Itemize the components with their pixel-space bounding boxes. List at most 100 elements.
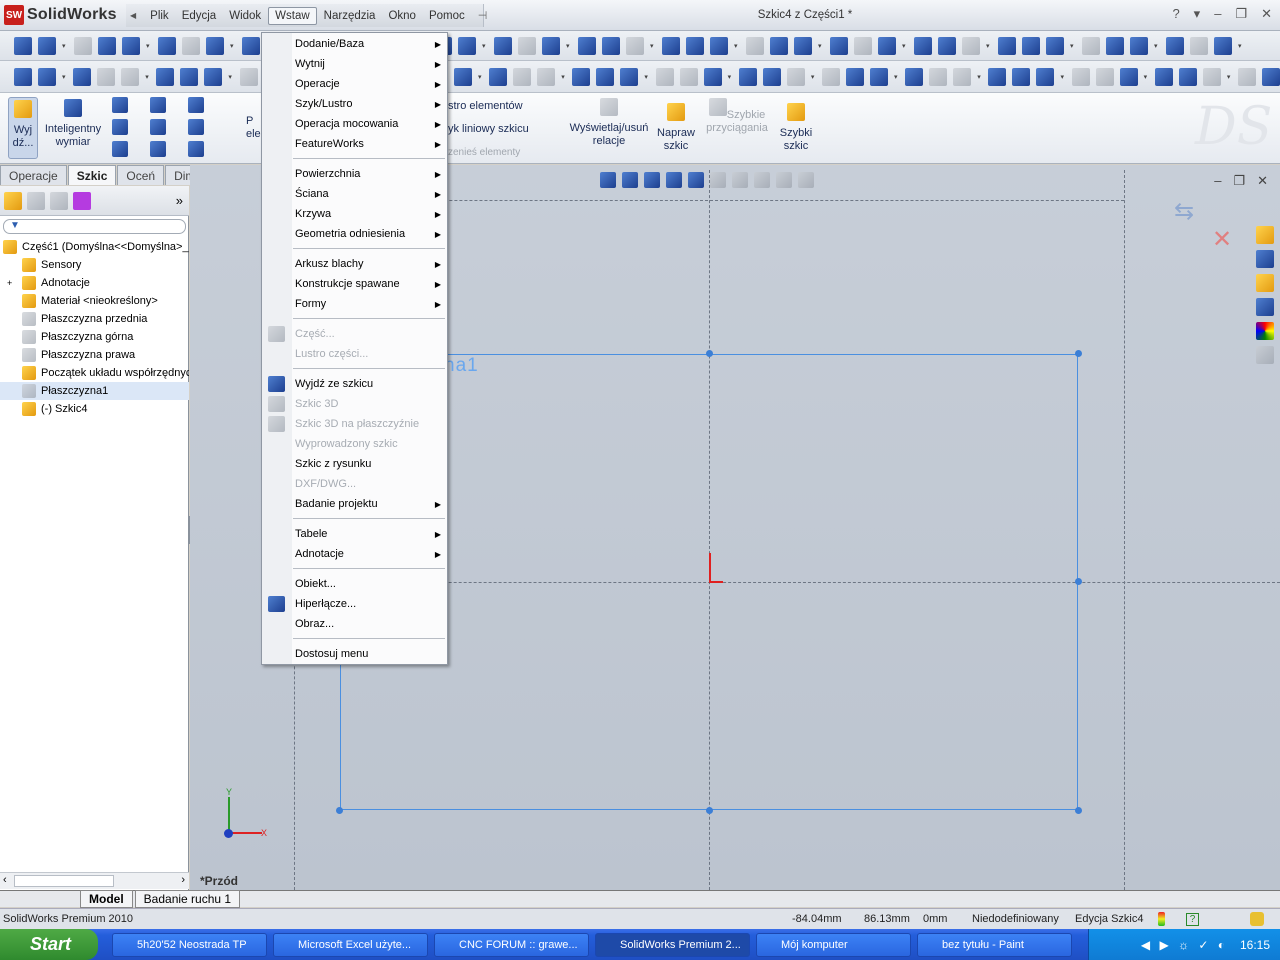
pin-menu-icon[interactable]: ⊣ (478, 9, 488, 22)
confirm-sketch-icon[interactable]: ⇆ (1174, 197, 1204, 227)
dropdown-arrow-icon[interactable]: ▾ (230, 42, 236, 50)
spline-tool-icon[interactable] (188, 97, 204, 113)
menu-item-powierzchnia[interactable]: Powierzchnia ▶ (262, 164, 447, 184)
toolbar-tool-icon[interactable] (846, 67, 865, 86)
toolbar-tool-icon[interactable] (998, 36, 1016, 55)
repair-sketch-button[interactable]: Napraw szkic (654, 103, 698, 153)
expand-panel-icon[interactable]: » (176, 193, 183, 208)
toolbar-tool-icon[interactable] (204, 67, 223, 86)
toolbar-tool-icon[interactable] (156, 67, 175, 86)
toolbar-tool-icon[interactable] (938, 36, 956, 55)
line-tool-icon[interactable] (112, 97, 128, 113)
dropdown-arrow-icon[interactable]: ▾ (818, 42, 824, 50)
dropdown-arrow-icon[interactable]: ▾ (1227, 73, 1232, 81)
tree-item-p-aszczyzna-go-rna[interactable]: Płaszczyzna górna (0, 328, 189, 346)
dropdown-arrow-icon[interactable]: ▾ (1070, 42, 1076, 50)
tree-item-pocza-tek-uk-adu-wspo-rze-dnych[interactable]: Początek układu współrzędnych (0, 364, 189, 382)
viewport-restore-button[interactable]: ❐ (1233, 173, 1245, 189)
toolbar-tool-icon[interactable] (578, 36, 596, 55)
feature-manager-tab-icon[interactable] (4, 191, 22, 210)
toolbar-tool-icon[interactable] (962, 36, 980, 55)
arc-tool-icon[interactable] (150, 119, 166, 135)
toolbar-tool-icon[interactable] (38, 36, 56, 55)
toolbar-tool-icon[interactable] (602, 36, 620, 55)
close-button[interactable]: ✕ (1261, 6, 1272, 22)
menu-item-dodanie-baza[interactable]: Dodanie/Baza ▶ (262, 34, 447, 54)
rectangle-tool-icon[interactable] (112, 119, 128, 135)
hide-show-icon[interactable] (732, 172, 748, 188)
toolbar-tool-icon[interactable] (518, 36, 536, 55)
design-library-icon[interactable] (1256, 250, 1274, 268)
dropdown-arrow-icon[interactable]: ▾ (146, 42, 152, 50)
toolbar-tool-icon[interactable] (854, 36, 872, 55)
display-relations-button[interactable]: Wyświetlaj/usuń relacje (565, 98, 653, 148)
toolbar-tool-icon[interactable] (180, 67, 199, 86)
dropdown-arrow-icon[interactable]: ▾ (1238, 42, 1244, 50)
toolbar-tool-icon[interactable] (1262, 67, 1280, 86)
expand-icon[interactable]: + (7, 278, 12, 288)
tree-item-adnotacje[interactable]: + Adnotacje (0, 274, 189, 292)
exit-sketch-button[interactable]: Wyj dź... (8, 97, 38, 159)
dropdown-arrow-icon[interactable]: ▾ (650, 42, 656, 50)
fillet-tool-icon[interactable] (188, 141, 204, 157)
toolbar-tool-icon[interactable] (988, 67, 1007, 86)
toolbar-tool-icon[interactable] (14, 67, 32, 86)
section-view-icon[interactable] (666, 172, 682, 188)
menu-item-operacja-mocowania[interactable]: Operacja mocowania ▶ (262, 114, 447, 134)
polygon-tool-icon[interactable] (150, 141, 166, 157)
toolbar-tool-icon[interactable] (73, 67, 92, 86)
circle-tool-icon[interactable] (150, 97, 166, 113)
viewport-close-button[interactable]: ✕ (1257, 173, 1268, 189)
start-button[interactable]: Start (0, 929, 98, 960)
toolbar-tool-icon[interactable] (494, 36, 512, 55)
minimize-button[interactable]: – (1214, 6, 1221, 22)
dropdown-arrow-icon[interactable]: ▾ (561, 73, 566, 81)
toolbar-tool-icon[interactable] (1178, 67, 1197, 86)
sketch-point[interactable] (1075, 807, 1082, 814)
view-orientation-icon[interactable] (688, 172, 704, 188)
toolbar-tool-icon[interactable] (182, 36, 200, 55)
horizontal-scrollbar[interactable]: ‹ › (0, 872, 189, 889)
sketch-point[interactable] (706, 807, 713, 814)
toolbar-tool-icon[interactable] (1046, 36, 1064, 55)
solidworks-logo[interactable]: SW SolidWorks (4, 5, 117, 25)
menu-item-wyjdz-ze-szkicu[interactable]: Wyjdź ze szkicu (262, 374, 447, 394)
toolbar-tool-icon[interactable] (1190, 36, 1208, 55)
dropdown-arrow-icon[interactable]: ▾ (145, 73, 150, 81)
display-style-icon[interactable] (710, 172, 726, 188)
tree-item-sensory[interactable]: Sensory (0, 256, 189, 274)
toolbar-tool-icon[interactable] (703, 67, 722, 86)
apply-scene-icon[interactable] (776, 172, 792, 188)
dropdown-arrow-icon[interactable]: ▾ (894, 73, 899, 81)
toolbar-tool-icon[interactable] (762, 67, 781, 86)
dimxpert-manager-tab-icon[interactable] (73, 191, 91, 210)
menu-item-szyk-lustro[interactable]: Szyk/Lustro ▶ (262, 94, 447, 114)
tree-item-p-aszczyzna-przednia[interactable]: Płaszczyzna przednia (0, 310, 189, 328)
toolbar-tool-icon[interactable] (98, 36, 116, 55)
toolbar-tool-icon[interactable] (1012, 67, 1031, 86)
toolbar-tool-icon[interactable] (830, 36, 848, 55)
toolbar-tool-icon[interactable] (686, 36, 704, 55)
rebuild-light-icon[interactable] (1158, 912, 1165, 926)
appearances-icon[interactable] (1256, 322, 1274, 340)
toolbar-tool-icon[interactable] (14, 36, 32, 55)
toolbar-tool-icon[interactable] (537, 67, 556, 86)
scroll-thumb[interactable] (14, 875, 114, 887)
menu-item-krzywa[interactable]: Krzywa ▶ (262, 204, 447, 224)
tab-motion-study[interactable]: Badanie ruchu 1 (134, 890, 241, 908)
view-settings-icon[interactable] (798, 172, 814, 188)
slot-tool-icon[interactable] (112, 141, 128, 157)
dropdown-arrow-icon[interactable]: ▾ (644, 73, 649, 81)
tray-icons[interactable]: ◀ ▶ ☼ ✓ ◐ (1141, 938, 1228, 952)
menu-item-szkic-z-rysunku[interactable]: Szkic z rysunku (262, 454, 447, 474)
zoom-area-icon[interactable] (622, 172, 638, 188)
taskbar-item-mo-j-komputer[interactable]: Mój komputer (756, 932, 911, 957)
menu-item-dostosuj-menu[interactable]: Dostosuj menu (262, 644, 447, 664)
sketch-point[interactable] (1075, 350, 1082, 357)
dropdown-arrow-icon[interactable]: ▾ (1154, 42, 1160, 50)
tree-item-p-aszczyzna-prawa[interactable]: Płaszczyzna prawa (0, 346, 189, 364)
rapid-sketch-button[interactable]: Szybki szkic (776, 103, 816, 153)
menu-item-wytnij[interactable]: Wytnij ▶ (262, 54, 447, 74)
tree-item-p-aszczyzna1[interactable]: Płaszczyzna1 (0, 382, 189, 400)
toolbar-tool-icon[interactable] (1106, 36, 1124, 55)
